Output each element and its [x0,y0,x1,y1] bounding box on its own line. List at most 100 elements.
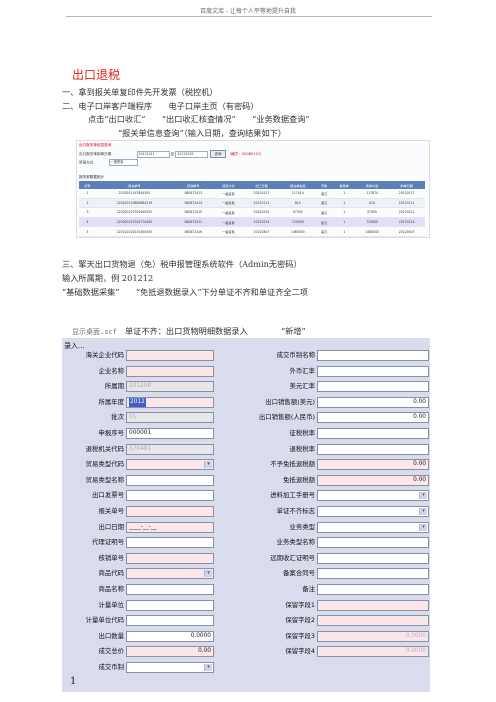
date-hint: （格式：20080101） [227,152,264,156]
field-input[interactable] [317,350,429,361]
chevron-down-icon[interactable]: ▾ [204,570,212,578]
field-input[interactable] [126,506,214,517]
field-input[interactable]: 0.00 [317,459,429,471]
chevron-down-icon[interactable]: ▾ [204,664,212,671]
grid-column-header: 报关单金额 [279,181,316,189]
grid-column-header: 数量单 [332,181,356,189]
grid-row[interactable]: 6220120120580300305080872417一般贸易20120413… [79,236,425,237]
grid-cell: 1 [79,189,96,199]
field-input[interactable] [126,365,214,377]
form-row: 保留字段1 [244,599,429,611]
field-input[interactable]: 2012 [126,396,214,408]
date-from-input[interactable]: 20121011 [136,150,170,158]
field-label: 进料加工手册号 [270,491,315,500]
field-label: 业务类型 [289,522,315,531]
field-select[interactable]: ▾ [126,459,214,471]
grid-cell: 一般贸易 [213,217,244,228]
field-input[interactable] [317,537,429,549]
field-input[interactable] [317,599,429,611]
grid-cell: 100000 [279,236,316,237]
field-select[interactable]: ▾ [317,506,429,517]
field-value: 2012 [129,397,146,407]
field-input[interactable]: 000001 [126,428,214,439]
grid-row[interactable]: 5 220120120210450305 080872416 一般贸易 20120407… [79,226,425,237]
grid-cell: 20120214 [243,217,280,228]
form-row: 计量单位代码 [62,615,246,627]
header-divider [66,16,432,17]
field-input[interactable]: 201208 [126,381,214,393]
chevron-down-icon[interactable]: ▾ [419,492,427,500]
field-value: 0.00 [413,476,426,483]
grid-cell: 20120413 [243,236,280,237]
grid-cell: 1 [332,189,356,199]
grid-cell: 220120120580300305 [95,236,173,237]
grid-cell: 117874 [355,189,389,199]
grid-cell: 20120111 [243,198,280,209]
field-input[interactable] [126,537,214,549]
grid-cell: 1460000 [355,226,389,237]
field-input[interactable]: 01 [126,412,214,424]
field-value: 01 [129,414,137,421]
field-label: 单证不齐标志 [276,507,315,515]
field-label: 成交币制名称 [276,351,315,359]
field-input[interactable]: ____-__-__ [126,521,214,533]
grid-cell: 3 [79,207,96,218]
field-input[interactable] [317,443,429,455]
chevron-down-icon[interactable]: ▾ [419,508,427,515]
field-label: 保留字段4 [285,647,315,656]
field-input[interactable]: 0.00 [317,412,429,424]
step-3: 三、擎天出口货物退（免）税申报管理系统软件（Admin无密码） [62,259,302,269]
entry-form-screenshot: 录入... 海关企业代码 企业名称 所属期 201208 所属年度 2012 批次 01 申报序… [62,338,430,692]
chevron-down-icon[interactable]: ▾ [204,461,212,469]
field-input[interactable]: 0.00 [126,646,214,658]
field-input[interactable] [126,615,214,627]
field-label: 外币汇率 [289,366,315,375]
chevron-down-icon[interactable]: ▾ [419,523,427,531]
grid-cell: 一般贸易 [213,236,244,237]
field-select[interactable]: ▾ [317,521,429,533]
field-input[interactable] [317,365,429,377]
field-input[interactable] [126,584,214,595]
grid-row[interactable]: 1 220020119784430S 080872413 一般贸易 20120117 11… [79,189,425,199]
field-input[interactable] [317,428,429,439]
form-row: 贸易类型名称 [62,474,246,486]
field-input[interactable] [126,474,214,486]
query-heading: 出口报关单信息查询 [79,143,112,147]
grid-row[interactable]: 3 220020120700440205 080872415 一般贸易 20120210… [79,207,425,218]
form-row: 业务类型名称 [244,537,429,549]
field-input[interactable] [126,599,214,611]
field-input[interactable] [317,615,429,627]
declaration-query-screenshot: 出口报关单信息查询 出口报关单制单日期 20121011 至 20121031 … [76,140,430,238]
date-filter-row: 出口报关单制单日期 20121011 至 20121031 查询 （格式：200… [79,150,264,158]
grid-column-header: 离岸价格 [355,181,389,189]
grid-cell: 20120117 [243,189,280,199]
field-input[interactable] [317,381,429,393]
grid-cell: 1 [332,217,356,228]
field-select[interactable]: ▾ [317,490,429,502]
form-row: 远期收汇证明号 [244,552,429,564]
field-input[interactable]: 0.0000 [126,630,214,642]
field-input[interactable] [126,350,214,361]
grid-row[interactable]: 4 220020120700774400 080872412 一般贸易 20120214… [79,217,425,228]
form-row: 成交币制名称 [244,350,429,361]
field-input[interactable]: 0.0000 [317,646,429,658]
step-2-query: “报关单信息查询”（输入日期，查询结果如下） [118,128,287,138]
field-input[interactable]: 370481 [126,443,214,455]
field-input[interactable] [317,552,429,564]
form-row: 出口销售额(人民币) 0.00 [244,412,429,424]
field-select[interactable]: ▾ [126,568,214,580]
grid-row[interactable]: 2 220420120860864219 080872414 一般贸易 20120111… [79,198,425,209]
field-input[interactable]: 0.00 [317,474,429,486]
field-input[interactable] [126,490,214,502]
field-input[interactable] [317,568,429,580]
field-input[interactable]: 0.00 [317,396,429,408]
date-to-input[interactable]: 20121031 [175,150,209,158]
field-input[interactable]: 0.0000 [317,630,429,642]
trade-select[interactable]: 一般贸易 [108,159,138,166]
field-label: 免抵退税额 [283,475,315,484]
grid-cell: 20120214 [388,217,425,228]
field-select[interactable]: ▾ [126,662,214,673]
field-input[interactable] [126,552,214,564]
query-button[interactable]: 查询 [209,150,227,158]
field-input[interactable] [317,584,429,595]
